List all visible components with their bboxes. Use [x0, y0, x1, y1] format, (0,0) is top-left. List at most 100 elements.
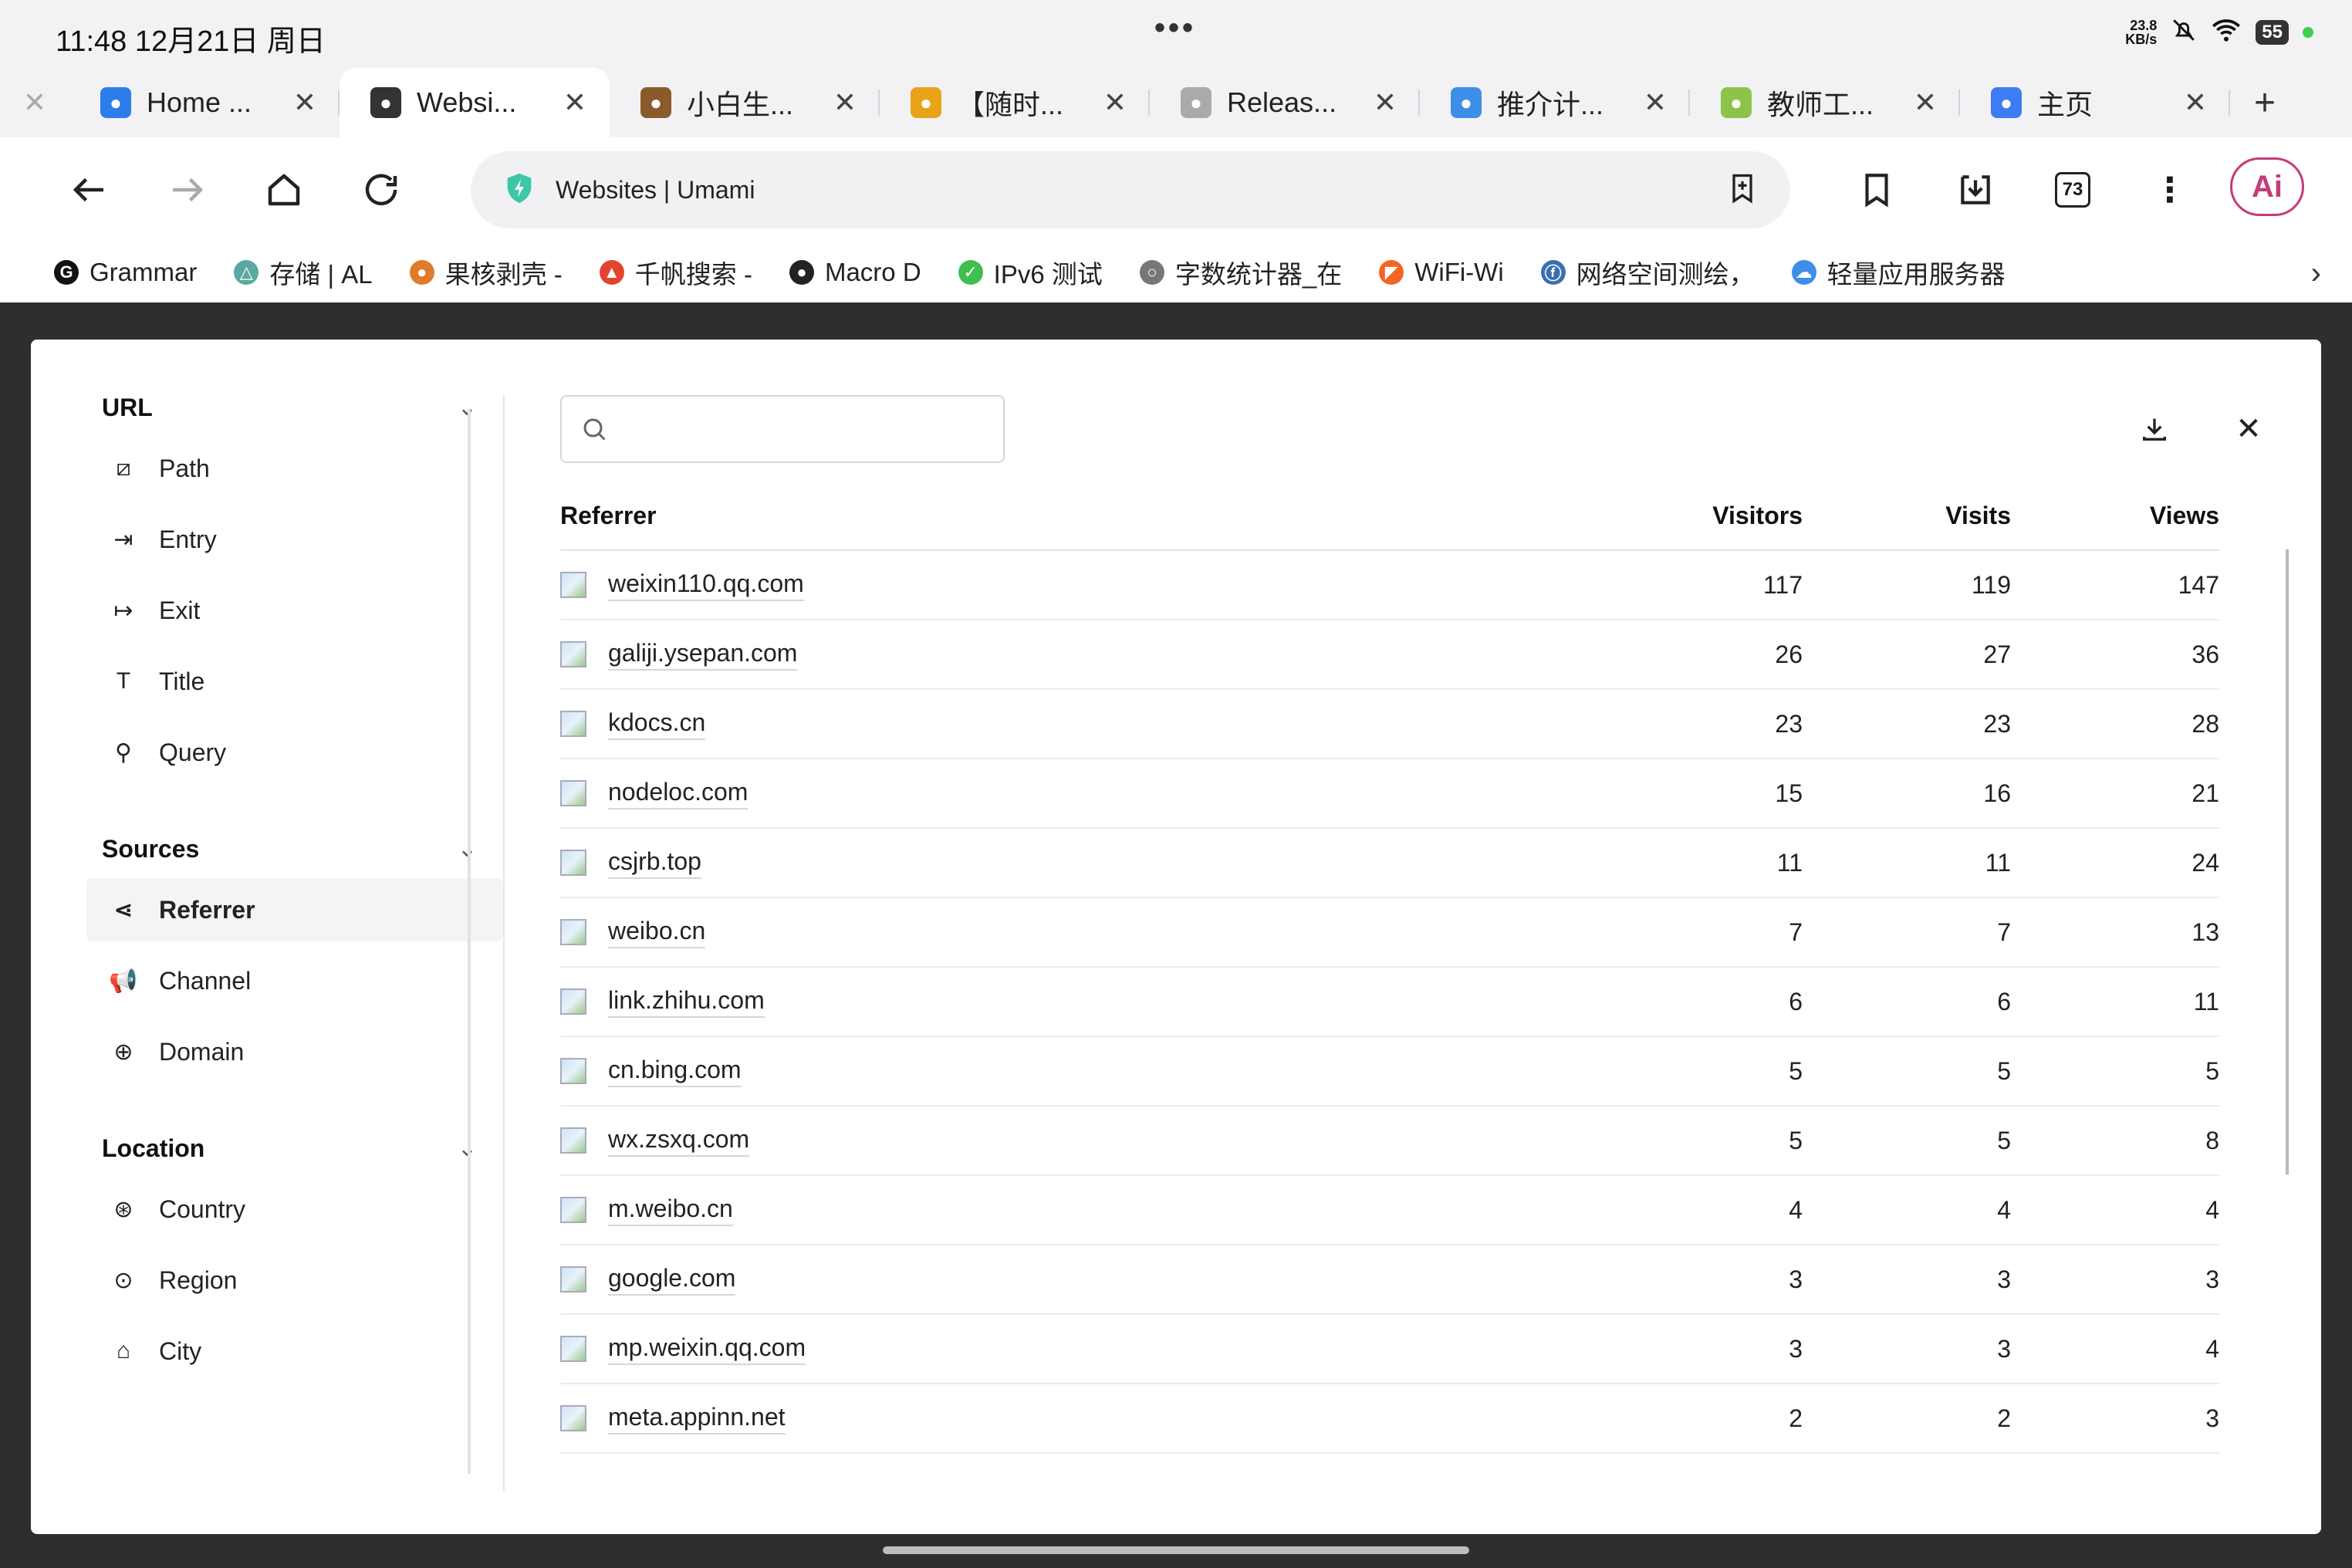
- header-views[interactable]: Views: [2011, 502, 2219, 530]
- tab-label: 【随时...: [957, 89, 1064, 120]
- sidebar-item-path[interactable]: ⧄ Path: [86, 437, 503, 500]
- shield-icon[interactable]: [502, 171, 537, 210]
- back-button[interactable]: [65, 165, 114, 215]
- tab-close-icon[interactable]: ✕: [563, 86, 586, 119]
- bookmark-item[interactable]: △ 存储 | AL: [234, 254, 373, 291]
- url-text[interactable]: Websites | Umami: [556, 176, 1725, 204]
- visitors-value: 3: [1789, 1334, 1803, 1363]
- search-input[interactable]: [560, 395, 1005, 463]
- tab-close-icon[interactable]: ✕: [1374, 86, 1397, 119]
- tab-close-icon[interactable]: ✕: [2184, 86, 2207, 119]
- bookmark-label: 存储 | AL: [269, 260, 373, 289]
- favicon-placeholder-icon: [560, 572, 586, 598]
- more-menu-icon[interactable]: ⋮: [2145, 165, 2195, 215]
- bookmark-item[interactable]: ⓕ 网络空间测绘，: [1540, 254, 1755, 291]
- forward-button[interactable]: [162, 165, 211, 215]
- close-icon[interactable]: ✕: [2229, 409, 2269, 449]
- tab-5[interactable]: ● 推介计... ✕: [1420, 68, 1690, 137]
- visitors-value: 26: [1775, 640, 1803, 668]
- export-button[interactable]: [2134, 409, 2175, 449]
- nl-icon: ●: [1721, 87, 1752, 118]
- sidebar-scrollbar[interactable]: [468, 409, 471, 1474]
- referrer-link[interactable]: m.weibo.cn: [608, 1195, 733, 1226]
- tab-close-icon[interactable]: ✕: [293, 86, 316, 119]
- tab-close-icon[interactable]: ✕: [1644, 86, 1667, 119]
- tab-close-icon[interactable]: ✕: [1914, 86, 1937, 119]
- new-tab-button[interactable]: +: [2230, 82, 2300, 124]
- sidebar-item-channel[interactable]: 📢 Channel: [86, 949, 503, 1012]
- section-header[interactable]: Location⌄: [86, 1127, 503, 1170]
- home-button[interactable]: [259, 165, 309, 215]
- sidebar-item-country[interactable]: ⊛ Country: [86, 1178, 503, 1241]
- bookmarks-button[interactable]: [1852, 165, 1901, 215]
- sidebar-item-exit[interactable]: ↦ Exit: [86, 579, 503, 642]
- header-referrer[interactable]: Referrer: [560, 502, 1594, 530]
- bookmark-item[interactable]: ✓ IPv6 测试: [958, 254, 1103, 291]
- table-row: link.zhihu.com 6 6 11: [560, 968, 2219, 1037]
- referrer-link[interactable]: csjrb.top: [608, 847, 701, 879]
- views-value: 8: [2205, 1126, 2219, 1154]
- favicon-placeholder-icon: [560, 1266, 586, 1293]
- bookmark-item[interactable]: ● 果核剥壳 -: [409, 254, 563, 291]
- views-value: 13: [2191, 917, 2219, 946]
- tab-label: Home ...: [147, 86, 252, 118]
- bookmark-item[interactable]: ○ 字数统计器_在: [1139, 254, 1342, 291]
- bookmark-item[interactable]: ▲ 千帆搜索 -: [599, 254, 752, 291]
- tab-0[interactable]: ● Home ... ✕: [69, 68, 340, 137]
- referrer-link[interactable]: kdocs.cn: [608, 708, 706, 740]
- tab-count-button[interactable]: 73: [2048, 165, 2097, 215]
- referrer-link[interactable]: weixin110.qq.com: [608, 569, 804, 601]
- tab-label: 主页: [2037, 89, 2093, 120]
- home-icon: [268, 174, 300, 206]
- section-header[interactable]: Sources⌄: [86, 827, 503, 870]
- bookmark-item[interactable]: G Grammar: [54, 258, 197, 287]
- privacy-dot-icon: [2303, 27, 2313, 38]
- downloads-button[interactable]: [1951, 165, 2000, 215]
- tab-close-icon[interactable]: ✕: [833, 86, 857, 119]
- wifi-icon: [2211, 17, 2242, 48]
- header-visits[interactable]: Visits: [1803, 502, 2011, 530]
- bookmark-item[interactable]: ● Macro D: [789, 258, 921, 287]
- sidebar-item-referrer[interactable]: ⋖ Referrer: [86, 878, 503, 941]
- referrer-link[interactable]: nodeloc.com: [608, 778, 749, 809]
- sidebar-item-query[interactable]: ⚲ Query: [86, 721, 503, 784]
- bookmark-item[interactable]: ☁ 轻量应用服务器: [1791, 254, 2006, 291]
- bookmark-label: Macro D: [824, 258, 921, 286]
- section-header[interactable]: URL ⌄: [86, 386, 503, 429]
- header-visitors[interactable]: Visitors: [1594, 502, 1803, 530]
- search-field[interactable]: [620, 416, 975, 442]
- sidebar-item-title[interactable]: T Title: [86, 650, 503, 713]
- ai-assistant-button[interactable]: Ai: [2230, 157, 2304, 216]
- bookmark-icon: [1865, 174, 1888, 208]
- bookmark-item[interactable]: ◤ WiFi-Wi: [1379, 258, 1504, 287]
- home-indicator[interactable]: [883, 1546, 1469, 1554]
- add-bookmark-icon[interactable]: [1725, 171, 1759, 209]
- referrer-link[interactable]: galiji.ysepan.com: [608, 639, 798, 671]
- sidebar-item-city[interactable]: ⌂ City: [86, 1320, 503, 1383]
- tab-4[interactable]: ● Releas... ✕: [1150, 68, 1420, 137]
- tab-2[interactable]: ● 小白生... ✕: [610, 68, 880, 137]
- referrer-link[interactable]: weibo.cn: [608, 917, 706, 948]
- tab-7[interactable]: ● 主页 ✕: [1960, 68, 2230, 137]
- sidebar-item-region[interactable]: ⊙ Region: [86, 1249, 503, 1312]
- sidebar-item-entry[interactable]: ⇥ Entry: [86, 508, 503, 571]
- referrer-link[interactable]: link.zhihu.com: [608, 986, 765, 1018]
- referrer-link[interactable]: mp.weixin.qq.com: [608, 1333, 806, 1365]
- omnibox[interactable]: Websites | Umami: [471, 151, 1790, 228]
- reload-button[interactable]: [357, 165, 406, 215]
- tab-close-icon[interactable]: ✕: [1103, 86, 1127, 119]
- tab-3[interactable]: ● 【随时... ✕: [880, 68, 1150, 137]
- referrer-link[interactable]: meta.appinn.net: [608, 1403, 786, 1435]
- sidebar-item-domain[interactable]: ⊕ Domain: [86, 1020, 503, 1083]
- referrer-link[interactable]: google.com: [608, 1264, 736, 1296]
- chevron-right-icon[interactable]: ›: [2311, 256, 2321, 291]
- tab-close-icon[interactable]: ✕: [0, 86, 69, 119]
- referrer-link[interactable]: wx.zsxq.com: [608, 1125, 750, 1157]
- referrer-link[interactable]: cn.bing.com: [608, 1056, 742, 1087]
- tab-1[interactable]: ● Websi... ✕: [340, 68, 610, 137]
- tab-6[interactable]: ● 教师工... ✕: [1690, 68, 1960, 137]
- multitask-dots-icon[interactable]: •••: [1154, 11, 1196, 46]
- sidebar-item-label: Exit: [159, 596, 201, 624]
- table-scrollbar[interactable]: [2286, 549, 2289, 1174]
